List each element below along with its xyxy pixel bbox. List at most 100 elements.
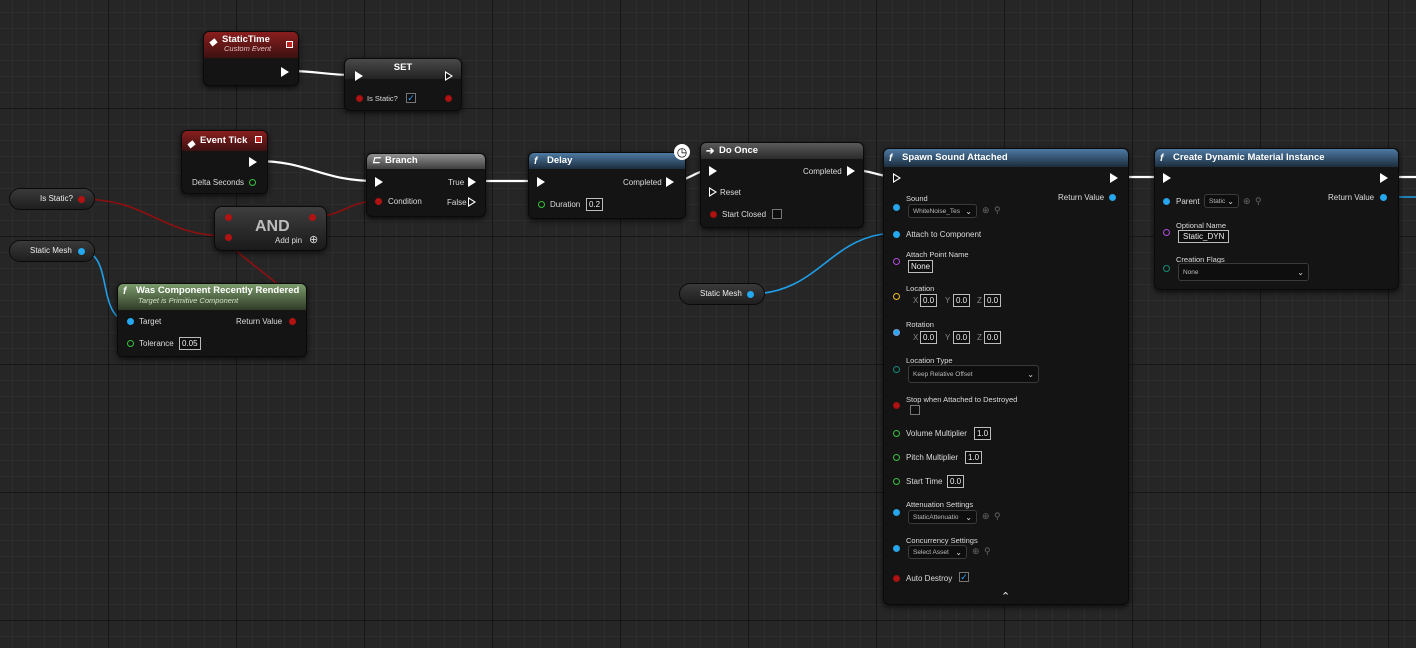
was-rendered-header[interactable]: f Was Component Recently Rendered Target… — [118, 284, 306, 310]
browse-icon[interactable]: ⊕ — [1243, 196, 1251, 207]
attenuation-settings-pin[interactable] — [893, 509, 900, 516]
auto-destroy-checkbox[interactable]: ✓ — [959, 572, 969, 582]
rotation-y-input[interactable]: 0.0 — [953, 331, 971, 344]
return-value-pin[interactable] — [1380, 194, 1387, 201]
and-input-a-pin[interactable] — [225, 214, 232, 221]
start-closed-checkbox[interactable] — [772, 209, 782, 219]
pitch-multiplier-pin[interactable] — [893, 454, 900, 461]
browse-icon[interactable]: ⊕ — [982, 205, 990, 216]
creation-flags-pin[interactable] — [1163, 265, 1170, 272]
start-time-pin[interactable] — [893, 478, 900, 485]
is-static-variable[interactable]: Is Static? — [9, 188, 95, 210]
auto-destroy-pin[interactable] — [893, 575, 900, 582]
is-static-var-pin[interactable] — [78, 196, 85, 203]
and-node[interactable]: AND Add pin ⊕ — [214, 206, 327, 251]
parent-pin[interactable] — [1163, 198, 1170, 205]
create-dmi-header[interactable]: f Create Dynamic Material Instance — [1155, 149, 1398, 167]
return-value-pin[interactable] — [1109, 194, 1116, 201]
delay-header[interactable]: f Delay — [529, 153, 685, 169]
is-static-output-pin[interactable] — [445, 95, 452, 102]
true-exec-pin[interactable] — [468, 177, 476, 187]
exec-out-pin[interactable] — [1110, 173, 1118, 183]
set-is-static-node[interactable]: SET Is Static? ✓ — [344, 58, 462, 111]
search-icon[interactable]: ⚲ — [984, 546, 991, 557]
collapse-advanced-icon[interactable]: ⌃ — [1001, 590, 1010, 603]
do-once-header[interactable]: ➔ Do Once — [701, 143, 863, 159]
delegate-pin-icon[interactable] — [255, 136, 262, 143]
concurrency-settings-pin[interactable] — [893, 545, 900, 552]
location-type-pin[interactable] — [893, 366, 900, 373]
delta-seconds-pin[interactable] — [249, 179, 256, 186]
static-mesh-var-pin[interactable] — [747, 291, 754, 298]
return-value-pin[interactable] — [289, 318, 296, 325]
branch-node[interactable]: ⊏ Branch True Condition False — [366, 153, 486, 217]
add-pin-icon[interactable]: ⊕ — [309, 233, 318, 246]
duration-pin[interactable] — [538, 201, 545, 208]
location-pin[interactable] — [893, 293, 900, 300]
branch-header[interactable]: ⊏ Branch — [367, 154, 485, 169]
optional-name-pin[interactable] — [1163, 229, 1170, 236]
exec-in-pin[interactable] — [537, 177, 545, 187]
location-z-input[interactable]: 0.0 — [984, 294, 1002, 307]
browse-icon[interactable]: ⊕ — [982, 511, 990, 522]
delegate-pin-icon[interactable] — [286, 41, 293, 48]
start-time-input[interactable]: 0.0 — [947, 475, 965, 488]
exec-out-pin[interactable] — [1380, 173, 1388, 183]
pitch-multiplier-input[interactable]: 1.0 — [965, 451, 983, 464]
optional-name-input[interactable]: Static_DYN — [1178, 230, 1230, 243]
condition-pin[interactable] — [375, 198, 382, 205]
static-time-header[interactable]: ◆ StaticTime Custom Event — [204, 32, 298, 58]
completed-exec-pin[interactable] — [847, 166, 855, 176]
exec-in-pin[interactable] — [893, 173, 901, 183]
sound-asset-dropdown[interactable]: WhiteNoise_Tes ⌄ — [908, 204, 977, 218]
is-static-checkbox[interactable]: ✓ — [406, 93, 416, 103]
location-type-dropdown[interactable]: Keep Relative Offset ⌄ — [908, 365, 1039, 383]
was-component-recently-rendered-node[interactable]: f Was Component Recently Rendered Target… — [117, 283, 307, 357]
reset-exec-pin[interactable] — [709, 187, 717, 197]
start-closed-pin[interactable] — [710, 211, 717, 218]
add-pin-label[interactable]: Add pin — [275, 236, 302, 245]
exec-in-pin[interactable] — [1163, 173, 1171, 183]
target-pin[interactable] — [127, 318, 134, 325]
sound-pin[interactable] — [893, 204, 900, 211]
concurrency-settings-dropdown[interactable]: Select Asset ⌄ — [908, 545, 967, 559]
create-dynamic-material-instance-node[interactable]: f Create Dynamic Material Instance Paren… — [1154, 148, 1399, 290]
rotation-x-input[interactable]: 0.0 — [920, 331, 938, 344]
attach-point-name-pin[interactable] — [893, 258, 900, 265]
exec-in-pin[interactable] — [375, 177, 383, 187]
stop-when-destroyed-pin[interactable] — [893, 402, 900, 409]
exec-out-pin[interactable] — [445, 71, 453, 81]
and-input-b-pin[interactable] — [225, 234, 232, 241]
and-output-pin[interactable] — [309, 214, 316, 221]
volume-multiplier-input[interactable]: 1.0 — [974, 427, 992, 440]
search-icon[interactable]: ⚲ — [994, 205, 1001, 216]
event-tick-node[interactable]: ◆ Event Tick Delta Seconds — [181, 130, 268, 194]
attach-to-component-pin[interactable] — [893, 231, 900, 238]
exec-out-pin[interactable] — [281, 67, 289, 77]
location-x-input[interactable]: 0.0 — [920, 294, 938, 307]
rotation-z-input[interactable]: 0.0 — [984, 331, 1002, 344]
browse-icon[interactable]: ⊕ — [972, 546, 980, 557]
search-icon[interactable]: ⚲ — [1255, 196, 1262, 207]
tolerance-pin[interactable] — [127, 340, 134, 347]
do-once-node[interactable]: ➔ Do Once Completed Reset Start Closed — [700, 142, 864, 228]
search-icon[interactable]: ⚲ — [994, 511, 1001, 522]
delay-node[interactable]: f Delay ◷ Completed Duration 0.2 — [528, 144, 690, 219]
exec-in-pin[interactable] — [709, 166, 717, 176]
static-mesh-variable[interactable]: Static Mesh — [9, 240, 95, 262]
volume-multiplier-pin[interactable] — [893, 430, 900, 437]
rotation-pin[interactable] — [893, 329, 900, 336]
spawn-sound-header[interactable]: f Spawn Sound Attached — [884, 149, 1128, 167]
tolerance-input[interactable]: 0.05 — [179, 337, 201, 350]
location-y-input[interactable]: 0.0 — [953, 294, 971, 307]
event-tick-header[interactable]: ◆ Event Tick — [182, 131, 267, 151]
stop-when-destroyed-checkbox[interactable] — [910, 405, 920, 415]
static-mesh-var-pin[interactable] — [78, 248, 85, 255]
false-exec-pin[interactable] — [468, 197, 476, 207]
static-time-event-node[interactable]: ◆ StaticTime Custom Event — [203, 31, 299, 86]
attach-point-name-input[interactable]: None — [908, 260, 934, 273]
duration-input[interactable]: 0.2 — [586, 198, 604, 211]
creation-flags-dropdown[interactable]: None ⌄ — [1178, 263, 1309, 281]
is-static-input-pin[interactable] — [356, 95, 363, 102]
completed-exec-pin[interactable] — [666, 177, 674, 187]
